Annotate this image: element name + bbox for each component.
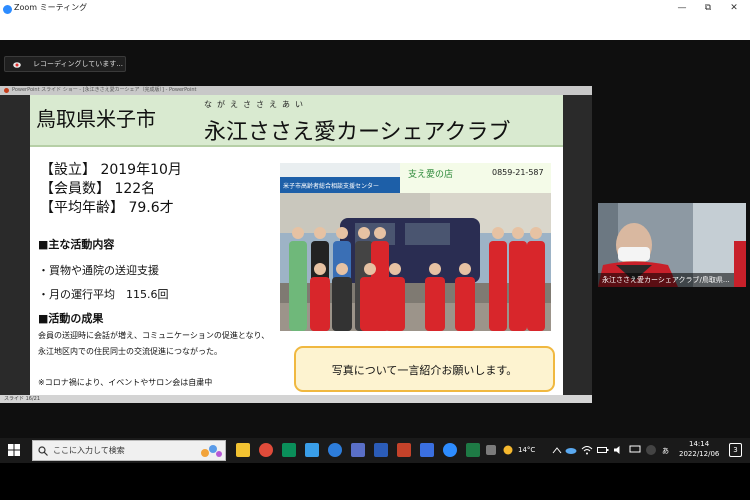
- window-title: Zoom ミーティング: [14, 3, 88, 12]
- person: [425, 263, 445, 331]
- slide-banner: 鳥取県米子市 ながえささえあい 永江ささえ愛カーシェアクラブ: [30, 95, 563, 147]
- participant-name: 永江ささえ愛カーシェアクラブ/鳥取県...: [598, 273, 734, 287]
- notification-center-button[interactable]: 3: [729, 443, 742, 457]
- chrome-icon[interactable]: [259, 443, 273, 457]
- results-line: 会員の送迎時に会話が増え、コミュニケーションの促進となり、: [38, 331, 270, 340]
- notification-count: 3: [733, 446, 738, 454]
- excel-app-icon[interactable]: [282, 443, 296, 457]
- wifi-icon[interactable]: [581, 445, 593, 455]
- zoom-title-bar: Zoom ミーティング — ⧉ ✕: [0, 0, 750, 40]
- recording-text: レコーディングしています...: [33, 60, 123, 68]
- cloud-icon[interactable]: [565, 445, 577, 454]
- clock-time[interactable]: 14:14: [689, 440, 709, 448]
- maximize-button[interactable]: ⧉: [698, 2, 718, 14]
- powerpoint-title: PowerPoint スライド ショー - [永江きさえ愛カーシェア（完成版）]…: [12, 87, 197, 93]
- participant-video-tile[interactable]: 永江ささえ愛カーシェアクラブ/鳥取県...: [598, 203, 746, 287]
- minimize-button[interactable]: —: [672, 2, 692, 14]
- results-heading: ■活動の成果: [38, 312, 104, 325]
- powerpoint-taskbar-icon[interactable]: [397, 443, 411, 457]
- zoom-meeting-icon[interactable]: [443, 443, 457, 457]
- edge-icon[interactable]: [305, 443, 319, 457]
- fact-average-age: 【平均年齢】 79.6才: [40, 200, 174, 216]
- group-photo: 米子市高齢者総合相談支援センター 支え愛の店 0859-21-587: [280, 163, 551, 331]
- screen-bottom: [0, 463, 750, 500]
- powerpoint-status-bar: スライド 16/21: [0, 395, 592, 403]
- app-icon[interactable]: [351, 443, 365, 457]
- language-bar-icon[interactable]: [645, 444, 657, 456]
- activity-item: ・月の運行平均 115.6回: [38, 288, 169, 301]
- slide-counter: スライド 16/21: [4, 396, 40, 402]
- club-name-ruby: ながえささえあい: [204, 100, 308, 109]
- file-explorer-icon[interactable]: [236, 443, 250, 457]
- powerpoint-title-bar: PowerPoint スライド ショー - [永江きさえ愛カーシェア（完成版）]…: [0, 86, 592, 95]
- taskbar-search-box[interactable]: ここに入力して検索: [32, 440, 226, 461]
- person: [455, 263, 475, 331]
- clock-date[interactable]: 2022/12/06: [679, 450, 719, 458]
- search-highlight-icon: [201, 445, 222, 457]
- zoom-app-icon[interactable]: [328, 443, 342, 457]
- battery-icon[interactable]: [597, 445, 609, 455]
- weather-sun-icon: [503, 445, 513, 455]
- search-placeholder: ここに入力して検索: [53, 446, 125, 455]
- volume-icon[interactable]: [613, 445, 625, 455]
- club-facts: 【設立】 2019年10月 【会員数】 122名 【平均年齢】 79.6才: [40, 161, 182, 218]
- recording-indicator[interactable]: レコーディングしています...: [4, 56, 126, 72]
- app-icon[interactable]: [486, 445, 496, 455]
- photo-comment-callout: 写真について一言紹介お願いします。: [294, 346, 555, 392]
- fact-members: 【会員数】 122名: [40, 181, 156, 197]
- slide-gutter-left: [0, 95, 30, 395]
- results-line: 永江地区内での住民同士の交流促進につながった。: [38, 347, 222, 356]
- cloud-record-icon: [13, 62, 21, 68]
- network-icon[interactable]: [629, 445, 641, 455]
- excel-icon[interactable]: [466, 443, 480, 457]
- ime-indicator[interactable]: あ: [662, 446, 669, 456]
- club-name: 永江ささえ愛カーシェアクラブ: [204, 120, 511, 145]
- weather-temperature[interactable]: 14°C: [518, 446, 535, 454]
- person: [527, 227, 545, 331]
- covid-note: ※コロナ禍により、イベントやサロン会は自粛中: [38, 378, 213, 387]
- app-icon[interactable]: [420, 443, 434, 457]
- person: [289, 227, 307, 331]
- windows-taskbar: ここに入力して検索 14°C あ 14:14 2022/12/06 3: [0, 438, 750, 463]
- chevron-up-icon[interactable]: [552, 446, 562, 454]
- callout-text: 写真について一言紹介お願いします。: [331, 364, 518, 377]
- person: [489, 227, 507, 331]
- windows-start-icon[interactable]: [8, 444, 20, 456]
- search-icon: [38, 446, 48, 456]
- activity-item: ・買物や通院の送迎支援: [38, 264, 159, 277]
- person: [509, 227, 527, 331]
- word-icon[interactable]: [374, 443, 388, 457]
- city-name: 鳥取県米子市: [36, 107, 156, 131]
- powerpoint-icon: [4, 88, 9, 93]
- presentation-slide: 鳥取県米子市 ながえささえあい 永江ささえ愛カーシェアクラブ 【設立】 2019…: [30, 95, 563, 395]
- close-button[interactable]: ✕: [724, 2, 744, 14]
- group-members: [289, 227, 545, 331]
- fact-founded: 【設立】 2019年10月: [40, 162, 182, 178]
- zoom-logo-icon: [3, 5, 12, 14]
- slide-gutter-right: [563, 95, 592, 395]
- activities-heading: ■主な活動内容: [38, 238, 115, 251]
